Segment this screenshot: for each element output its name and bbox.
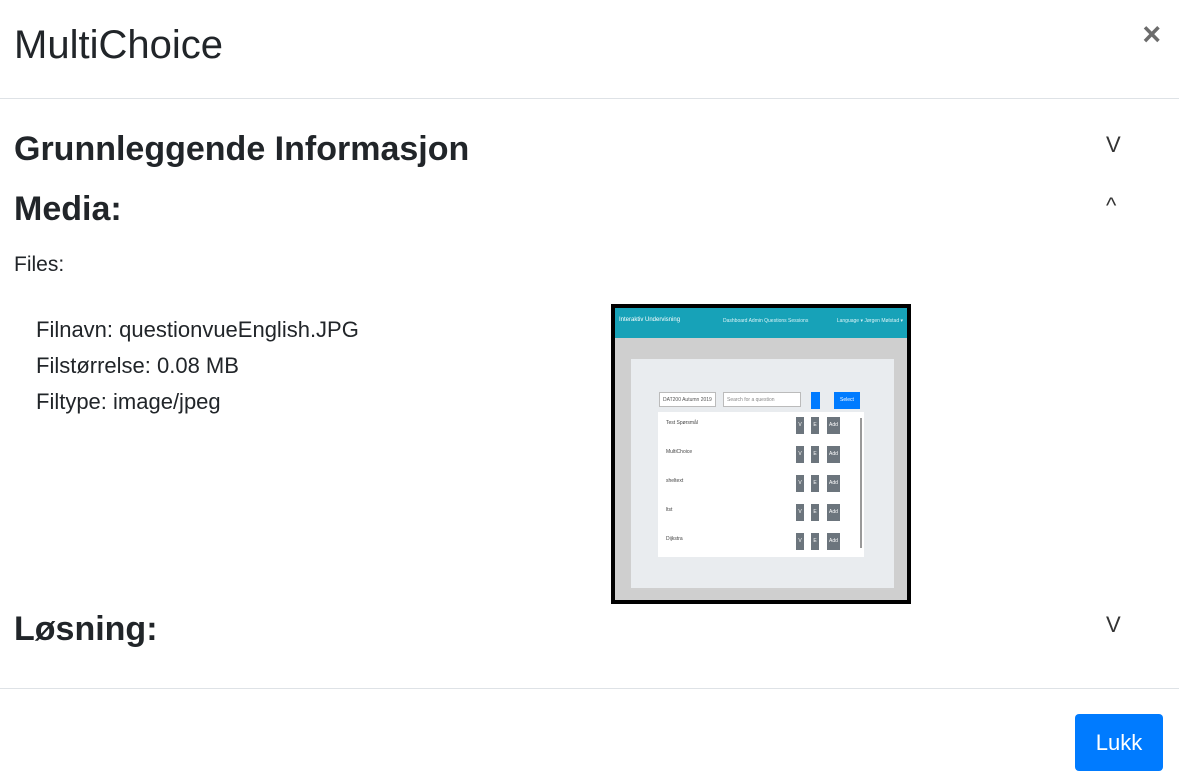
modal-title: MultiChoice <box>14 23 223 67</box>
preview-add-button: Add <box>827 446 840 463</box>
preview-question-list: Test Spørsmål V E Add MultiChoice V E Ad… <box>658 412 864 557</box>
preview-row-label: ltst <box>666 507 673 513</box>
preview-row: Dijkstra V E Add <box>658 528 858 557</box>
basic-info-toggle[interactable]: V <box>1106 131 1121 159</box>
preview-scrollbar <box>860 418 862 548</box>
close-button[interactable]: Lukk <box>1075 714 1163 771</box>
preview-edit-button: E <box>811 504 819 521</box>
file-type: Filtype: image/jpeg <box>36 389 221 414</box>
preview-view-button: V <box>796 446 804 463</box>
preview-row: MultiChoice V E Add <box>658 441 858 470</box>
preview-edit-button: E <box>811 417 819 434</box>
preview-search-button <box>811 392 820 409</box>
preview-edit-button: E <box>811 533 819 550</box>
close-icon[interactable]: × <box>1142 16 1161 52</box>
preview-nav-links: Dashboard Admin Questions Sessions <box>723 318 809 324</box>
preview-search-input: Search for a question <box>723 392 801 407</box>
media-toggle[interactable]: ^ <box>1106 192 1116 220</box>
file-size: Filstørrelse: 0.08 MB <box>36 353 239 378</box>
preview-nav-right: Language ▾ Jørgen Mølstad ▾ <box>836 318 903 324</box>
file-info: Filnavn: questionvueEnglish.JPG Filstørr… <box>36 312 359 420</box>
preview-select-button: Select <box>834 392 860 409</box>
preview-row-label: Test Spørsmål <box>666 420 698 426</box>
files-label: Files: <box>14 253 65 276</box>
preview-add-button: Add <box>827 533 840 550</box>
preview-row: Test Spørsmål V E Add <box>658 412 858 441</box>
section-title-media: Media: <box>14 190 122 228</box>
media-preview-image: Interaktiv Undervisning Dashboard Admin … <box>611 304 911 604</box>
preview-card: DAT200 Autumn 2019 Search for a question… <box>631 359 894 588</box>
file-name: Filnavn: questionvueEnglish.JPG <box>36 317 359 342</box>
preview-brand: Interaktiv Undervisning <box>619 317 681 323</box>
section-title-basic-info: Grunnleggende Informasjon <box>14 130 470 168</box>
preview-row: sheltext V E Add <box>658 470 858 499</box>
preview-view-button: V <box>796 504 804 521</box>
section-title-solution: Løsning: <box>14 610 158 648</box>
preview-add-button: Add <box>827 475 840 492</box>
preview-course-select: DAT200 Autumn 2019 <box>659 392 716 407</box>
modal-footer: Lukk <box>0 688 1179 783</box>
preview-add-button: Add <box>827 417 840 434</box>
preview-row-label: Dijkstra <box>666 536 683 542</box>
preview-row-label: sheltext <box>666 478 684 484</box>
preview-view-button: V <box>796 417 804 434</box>
preview-view-button: V <box>796 475 804 492</box>
preview-row-label: MultiChoice <box>666 449 693 455</box>
preview-add-button: Add <box>827 504 840 521</box>
preview-navbar: Interaktiv Undervisning Dashboard Admin … <box>615 308 907 338</box>
modal-header: MultiChoice × <box>0 0 1179 99</box>
preview-row: ltst V E Add <box>658 499 858 528</box>
preview-edit-button: E <box>811 446 819 463</box>
preview-view-button: V <box>796 533 804 550</box>
preview-edit-button: E <box>811 475 819 492</box>
solution-toggle[interactable]: V <box>1106 611 1121 639</box>
